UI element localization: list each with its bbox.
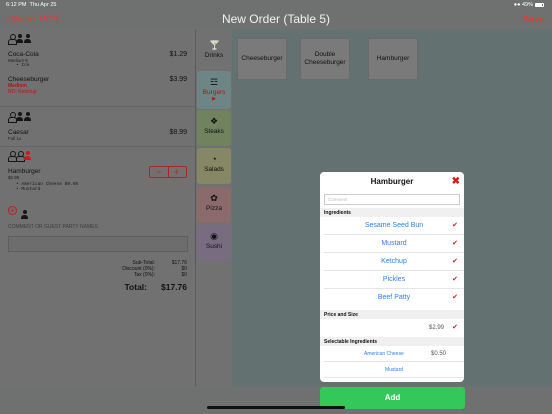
item-mod: • Mustard	[16, 187, 41, 192]
status-bar: 6:12 PM Thu Apr 25 ●● 49%	[0, 0, 552, 10]
salad-icon: ◔	[211, 154, 217, 164]
guest-icons	[8, 34, 187, 45]
ingredient-row[interactable]: Beef Patty ✔	[324, 289, 464, 307]
increment-button[interactable]: +	[167, 167, 186, 177]
home-indicator	[207, 406, 345, 409]
category-drinks[interactable]: 🍸 Drinks	[197, 34, 231, 70]
checkmark-icon: ✔	[452, 240, 458, 247]
selectable-name: American Cheese	[364, 351, 404, 357]
order-panel: Coca-Cola Medium 6 • Ice $1.29 Cheesebur…	[0, 30, 196, 386]
guest-icon	[21, 210, 29, 219]
item-name: Coca-Cola	[8, 51, 39, 58]
status-right: ●● 49%	[514, 2, 544, 8]
item-price: $3.99	[169, 76, 187, 83]
modal-title: Hamburger	[370, 177, 414, 186]
modal-header: Hamburger ✖	[320, 172, 464, 192]
category-pizza[interactable]: ✿ Pizza	[197, 187, 231, 223]
order-line[interactable]: Coca-Cola Medium 6 • Ice $1.29	[8, 51, 187, 68]
selected-arrow-icon: ▶	[212, 96, 216, 102]
category-label: Drinks	[204, 52, 224, 59]
price-value: $2.99	[428, 325, 444, 331]
checkmark-icon: ✔	[452, 324, 458, 331]
selectable-row[interactable]: American Cheese $0.50	[324, 346, 464, 362]
category-salads[interactable]: ◔ Salads	[197, 148, 231, 184]
ingredient-row[interactable]: Mustard ✔	[324, 235, 464, 253]
category-label: Steaks	[204, 128, 224, 135]
nav-bar: ‹ Waiter POS New Order (Table 5) Save	[0, 10, 552, 30]
checkmark-icon: ✔	[452, 276, 458, 283]
item-name: Caesar	[8, 129, 29, 136]
category-label: Pizza	[206, 205, 222, 212]
item-note: NO: Ketchup	[8, 89, 37, 95]
item-price: $1.29	[169, 51, 187, 58]
guest-icon	[24, 34, 31, 43]
item-modal: Hamburger ✖ Comment Ingredients Sesame S…	[320, 172, 464, 382]
guest-icons	[8, 112, 187, 123]
total-value: $17.76	[161, 282, 187, 292]
order-line[interactable]: Caesar Full 1x $8.99	[8, 129, 187, 141]
battery-icon	[535, 2, 544, 7]
steak-icon: ❖	[209, 116, 219, 126]
category-sidebar: 🍸 Drinks ☲ Burgers ▶ ❖ Steaks ◔ Salads ✿…	[196, 30, 232, 386]
tax-value: $0	[181, 272, 187, 278]
total-label: Total:	[124, 282, 147, 292]
add-guest[interactable]: +	[8, 206, 29, 224]
item-name: Cheeseburger	[8, 76, 50, 83]
status-time: 6:12 PM Thu Apr 25	[6, 2, 57, 8]
price-row[interactable]: $2.99 ✔	[320, 319, 464, 337]
category-steaks[interactable]: ❖ Steaks	[197, 110, 231, 146]
sushi-icon: ◉	[210, 231, 218, 241]
divider	[0, 106, 195, 107]
category-sushi[interactable]: ◉ Sushi	[197, 225, 231, 261]
selectable-section-label: Selectable Ingredients	[320, 337, 464, 346]
close-icon[interactable]: ✖	[452, 172, 460, 192]
item-detail: Full 1x	[8, 136, 22, 141]
burger-icon: ☲	[209, 77, 219, 87]
guest-empty-icon	[8, 34, 17, 45]
quantity-stepper[interactable]: − +	[149, 166, 187, 178]
checkmark-icon: ✔	[452, 222, 458, 229]
category-label: Sushi	[205, 243, 223, 250]
item-price: $8.99	[169, 129, 187, 136]
ingredient-row[interactable]: Sesame Seed Bun ✔	[324, 217, 464, 235]
tax-label: Tax (0%):	[133, 272, 155, 278]
save-button[interactable]: Save	[523, 14, 544, 24]
pizza-icon: ✿	[210, 193, 218, 203]
category-label: Burgers	[202, 89, 226, 96]
comment-label: COMMENT OR GUEST PARTY NAMES	[8, 224, 98, 230]
ingredients-section-label: Ingredients	[320, 208, 464, 217]
guest-icon	[16, 112, 23, 121]
add-guest-icon[interactable]: +	[8, 206, 17, 215]
selectable-row[interactable]: Mustard	[324, 362, 464, 378]
menu-item-double-cheeseburger[interactable]: Double Cheeseburger	[300, 38, 350, 80]
divider	[0, 146, 195, 147]
guest-empty-icon	[8, 151, 17, 162]
guest-empty-icon	[8, 112, 17, 123]
page-title: New Order (Table 5)	[221, 12, 331, 26]
guest-selected-icon	[24, 151, 31, 160]
checkmark-icon: ✔	[452, 258, 458, 265]
comment-field[interactable]: Comment	[324, 194, 460, 205]
order-line[interactable]: Cheeseburger Medium NO: Ketchup $3.99	[8, 76, 187, 95]
guest-empty-icon	[16, 151, 25, 162]
menu-item-cheeseburger[interactable]: Cheeseburger	[237, 38, 287, 80]
totals: Sub-Total: $17.76 Discount (0%): $0 Tax (0…	[67, 260, 187, 278]
category-label: Salads	[204, 166, 224, 173]
comment-input[interactable]	[8, 236, 188, 252]
item-mod: • Ice	[16, 63, 30, 68]
ingredient-row[interactable]: Ketchup ✔	[324, 253, 464, 271]
martini-icon: 🍸	[209, 40, 221, 50]
category-burgers[interactable]: ☲ Burgers ▶	[197, 71, 231, 109]
guest-icon	[24, 112, 31, 121]
selectable-name: Mustard	[384, 367, 404, 373]
ingredient-row[interactable]: Pickles ✔	[324, 271, 464, 289]
menu-item-hamburger[interactable]: Hamburger	[368, 38, 418, 80]
price-section-label: Price and Size	[320, 310, 464, 319]
guest-icons	[8, 151, 187, 162]
selectable-price: $0.50	[430, 351, 446, 357]
guest-icon	[16, 34, 23, 43]
checkmark-icon: ✔	[452, 294, 458, 301]
